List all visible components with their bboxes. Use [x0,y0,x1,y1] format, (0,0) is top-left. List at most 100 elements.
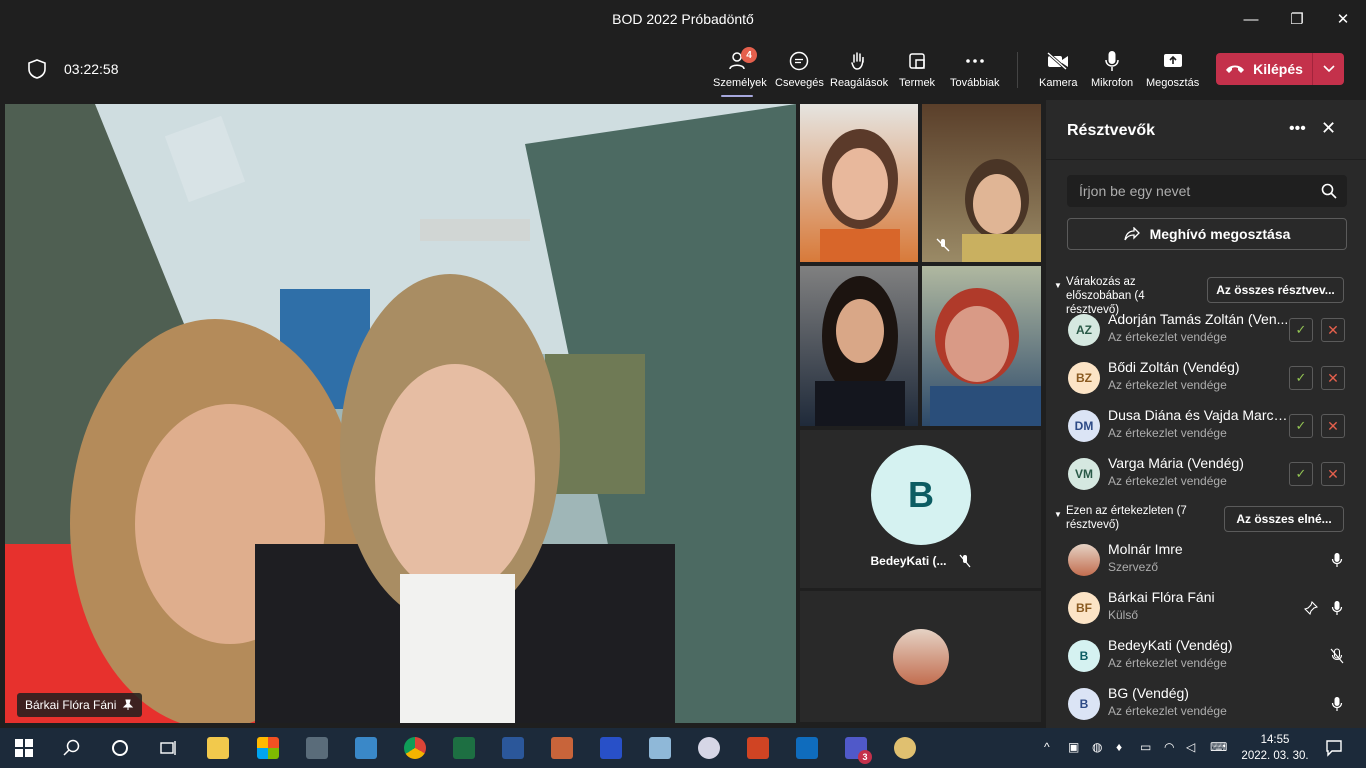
panel-more-icon[interactable]: ••• [1289,120,1306,138]
chrome-icon[interactable] [401,734,429,762]
lobby-person[interactable]: VM Varga Mária (Vendég) Az értekezlet ve… [1046,450,1366,498]
share-invite-button[interactable]: Meghívó megosztása [1067,218,1347,250]
participant-tile-name: BedeyKati (... [870,554,947,568]
word-icon[interactable] [499,734,527,762]
panel-title: Résztvevők [1067,122,1156,139]
person-name: Adorján Tamás Zoltán (Ven... [1108,311,1289,327]
teams-taskbar-icon[interactable]: 3 [842,734,872,764]
clock-time: 14:55 [1260,734,1290,746]
participant-avatar-tile[interactable]: B BedeyKati (... [800,430,1041,588]
file-explorer-icon[interactable] [204,734,232,762]
grid-app-icon[interactable] [597,734,625,762]
laptop-app-icon[interactable] [352,734,380,762]
participant-video-tile[interactable] [922,104,1041,262]
search-input[interactable] [1067,175,1307,207]
microphone-icon [1099,48,1125,74]
microphone-icon[interactable]: ♦ [1116,740,1122,754]
participant-row[interactable]: B BG (Vendég) Az értekezlet vendége [1046,680,1366,728]
chevron-down-icon [1322,65,1335,73]
more-button[interactable]: Továbbiak [950,48,1000,96]
mail-icon[interactable] [793,734,821,762]
ink-app-icon[interactable] [548,734,576,762]
lobby-person[interactable]: AZ Adorján Tamás Zoltán (Ven... Az értek… [1046,306,1366,354]
participant-video-tile[interactable] [800,104,918,262]
calculator-icon[interactable] [303,734,331,762]
powerpoint-icon[interactable] [744,734,772,762]
participant-video-tile[interactable] [800,266,918,426]
microphone-icon[interactable] [1328,550,1346,570]
participant-row[interactable]: B BedeyKati (Vendég) Az értekezlet vendé… [1046,632,1366,680]
wifi-icon[interactable]: ◠ [1164,740,1174,754]
admit-button[interactable]: ✓ [1289,414,1313,438]
person-name: Molnár Imre [1108,541,1183,557]
mic-off-icon [959,554,971,568]
close-icon[interactable]: ✕ [1321,118,1336,139]
deny-button[interactable]: ✕ [1321,318,1345,342]
admit-button[interactable]: ✓ [1289,462,1313,486]
paint-app-icon[interactable] [695,734,723,762]
mic-off-icon[interactable] [1328,646,1346,666]
leave-options-button[interactable] [1312,53,1344,85]
lobby-person[interactable]: DM Dusa Diána és Vajda Marcel... Az érte… [1046,402,1366,450]
participant-tile-name-row: BedeyKati (... [800,554,1041,568]
store-icon[interactable] [254,734,282,762]
participant-avatar-tile[interactable] [800,591,1041,722]
notes-app-icon[interactable] [646,734,674,762]
mute-all-button[interactable]: Az összes elné... [1224,506,1344,532]
microphone-button[interactable]: Mikrofon [1091,48,1133,96]
chevron-up-icon[interactable]: ^ [1044,740,1050,754]
paint-palette-icon[interactable] [891,734,919,762]
microphone-icon[interactable] [1328,598,1346,618]
leave-main[interactable]: Kilépés [1216,61,1312,77]
participant-row[interactable]: Molnár Imre Szervező [1046,536,1366,584]
pin-icon[interactable] [122,699,134,711]
in-meeting-section-header[interactable]: ▼ Ezen az értekezleten (7 résztvevő) [1054,504,1194,532]
reactions-button[interactable]: Reagálások [830,48,888,96]
windows-start-icon[interactable] [10,734,38,762]
person-role: Az értekezlet vendége [1108,704,1227,718]
participant-row[interactable]: BF Bárkai Flóra Fáni Külső [1046,584,1366,632]
deny-button[interactable]: ✕ [1321,366,1345,390]
admit-button[interactable]: ✓ [1289,366,1313,390]
camera-off-icon [1045,48,1071,74]
volume-icon[interactable]: ◁ [1186,740,1195,754]
minimize-button[interactable]: — [1228,0,1274,38]
camera-button[interactable]: Kamera [1039,48,1078,96]
people-badge: 4 [741,47,757,63]
pin-icon[interactable] [1302,598,1320,618]
share-icon [1123,227,1140,241]
microphone-icon[interactable] [1328,694,1346,714]
keyboard-icon[interactable]: ⌨ [1210,740,1227,754]
network-icon[interactable]: ◍ [1092,740,1102,754]
deny-button[interactable]: ✕ [1321,414,1345,438]
video-scene [930,288,1041,426]
search-icon[interactable] [58,734,86,762]
notifications-icon[interactable] [1320,734,1348,762]
search-icon[interactable] [1321,183,1337,199]
avatar: B [1068,640,1100,672]
avatar: B [1068,688,1100,720]
leave-button[interactable]: Kilépés [1216,53,1344,85]
lobby-person[interactable]: BZ Bődi Zoltán (Vendég) Az értekezlet ve… [1046,354,1366,402]
deny-button[interactable]: ✕ [1321,462,1345,486]
power-icon[interactable]: ▭ [1140,740,1151,754]
cortana-icon[interactable] [106,734,134,762]
participant-video-tile[interactable] [922,266,1041,426]
people-button[interactable]: 4 Személyek [713,47,767,97]
person-role: Az értekezlet vendége [1108,474,1227,488]
person-name: Varga Mária (Vendég) [1108,455,1244,471]
clock[interactable]: 14:55 2022. 03. 30. [1240,732,1310,764]
device-icon[interactable]: ▣ [1068,740,1079,754]
avatar: VM [1068,458,1100,490]
close-window-button[interactable]: ✕ [1320,0,1366,38]
task-view-icon[interactable] [154,734,182,762]
window-controls: — ❐ ✕ [1228,0,1366,38]
admit-all-button[interactable]: Az összes résztvev... [1207,277,1344,303]
excel-icon[interactable] [450,734,478,762]
admit-button[interactable]: ✓ [1289,318,1313,342]
rooms-button[interactable]: Termek [899,48,935,96]
chat-button[interactable]: Csevegés [775,48,824,96]
main-video-feed[interactable]: Bárkai Flóra Fáni [5,104,796,723]
share-button[interactable]: Megosztás [1146,48,1199,96]
maximize-button[interactable]: ❐ [1274,0,1320,38]
